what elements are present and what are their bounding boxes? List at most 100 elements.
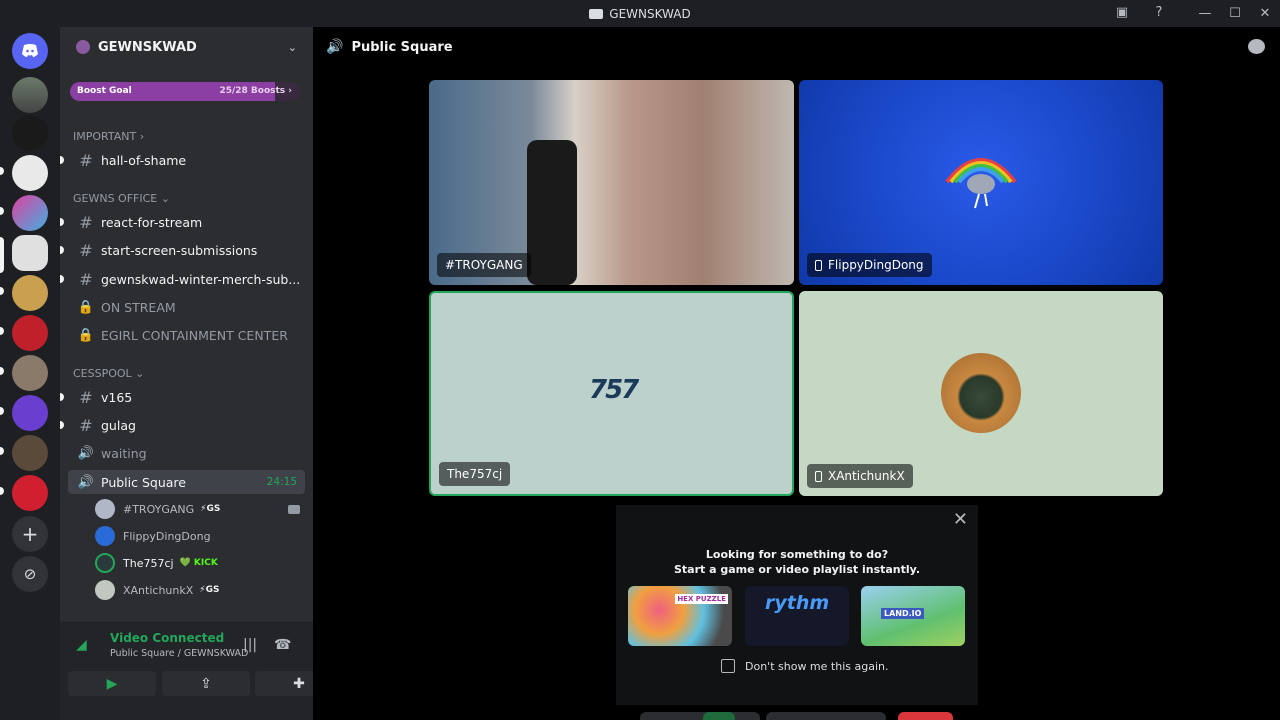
boost-goal-bar[interactable]: Boost Goal 25/28 Boosts ›	[70, 82, 300, 101]
activity-card-label: HEX PUZZLE	[675, 594, 728, 604]
boost-count: 25/28 Boosts ›	[219, 86, 292, 96]
server-icon[interactable]	[12, 155, 48, 191]
camera-control[interactable]	[703, 712, 735, 720]
category-gewns-office[interactable]: GEWNS OFFICE ⌄	[73, 192, 170, 205]
leave-call-button[interactable]	[898, 712, 953, 720]
mic-control[interactable]	[640, 712, 760, 720]
maximize-button[interactable]: ☐	[1220, 6, 1250, 21]
channel-logo: 757	[589, 375, 639, 405]
activity-card[interactable]: LAND.IO	[861, 586, 965, 646]
video-tile[interactable]: #TROYGANG	[429, 80, 794, 285]
channel-public-square[interactable]: 🔊 Public Square 24:15	[68, 470, 305, 494]
activity-card-label: LAND.IO	[881, 608, 925, 619]
tiger-avatar-image	[941, 353, 1021, 433]
camera-button[interactable]: ▶	[68, 671, 156, 696]
server-icon[interactable]	[12, 395, 48, 431]
channel-hall-of-shame[interactable]: # hall-of-shame	[68, 148, 305, 172]
avatar	[95, 499, 115, 519]
channel-gulag[interactable]: # gulag	[68, 413, 305, 437]
voice-status[interactable]: Video Connected	[110, 631, 224, 645]
voice-location[interactable]: Public Square / GEWNSKWAD	[110, 648, 248, 659]
mobile-icon	[815, 259, 822, 271]
activity-card-label: rythm	[765, 592, 830, 614]
discover-button[interactable]: ⊘	[12, 556, 48, 592]
activity-suggestion-popup: ✕ Looking for something to do? Start a g…	[616, 505, 978, 705]
channel-react-for-stream[interactable]: # react-for-stream	[68, 210, 305, 234]
participant-name: #TROYGANG	[437, 253, 531, 277]
participant-name: FlippyDingDong	[807, 253, 932, 277]
server-icon[interactable]	[12, 115, 48, 151]
category-important[interactable]: IMPORTANT ›	[73, 130, 144, 143]
server-icon[interactable]	[12, 435, 48, 471]
server-rail: + ⊘	[0, 27, 60, 720]
voice-connection-panel: ◢ Video Connected Public Square / GEWNSK…	[60, 622, 343, 720]
server-logo-icon	[589, 8, 604, 19]
close-icon[interactable]: ✕	[953, 509, 968, 530]
minimize-button[interactable]: —	[1190, 6, 1220, 21]
hash-icon: #	[79, 240, 93, 260]
unread-pill	[0, 367, 4, 375]
hash-icon: #	[79, 415, 93, 435]
screen-share-button[interactable]: ⇪	[162, 671, 250, 696]
channel-egirl-containment[interactable]: 🔒 EGIRL CONTAINMENT CENTER	[68, 323, 305, 347]
channel-winter-merch[interactable]: # gewnskwad-winter-merch-sub...	[68, 267, 305, 291]
inbox-icon[interactable]: ▣	[1114, 5, 1130, 21]
video-tile-speaking[interactable]: 757 The757cj	[429, 291, 794, 496]
channel-v165[interactable]: # v165	[68, 385, 305, 409]
chair	[527, 140, 577, 285]
activity-card[interactable]: HEX PUZZLE	[628, 586, 732, 646]
activity-card[interactable]: rythm	[745, 586, 849, 646]
dont-show-again[interactable]: Don't show me this again.	[721, 659, 888, 673]
title-bar: GEWNSKWAD ▣ ? — ☐ ✕	[0, 0, 1280, 27]
window-title: GEWNSKWAD	[589, 7, 691, 21]
lock-icon: 🔒	[77, 299, 95, 315]
close-window-button[interactable]: ✕	[1250, 6, 1280, 21]
unread-pill	[0, 207, 4, 215]
server-icon[interactable]	[12, 195, 48, 231]
chevron-down-icon: ⌄	[287, 40, 297, 54]
channel-start-screen-submissions[interactable]: # start-screen-submissions	[68, 238, 305, 262]
checkbox[interactable]	[721, 659, 735, 673]
chat-icon[interactable]	[1248, 39, 1265, 54]
voice-user[interactable]: The757cj 💚 KICK	[95, 551, 305, 575]
add-server-button[interactable]: +	[12, 516, 48, 552]
camera-icon	[288, 504, 300, 514]
selected-pill	[0, 237, 4, 273]
channel-waiting[interactable]: 🔊 waiting	[68, 441, 305, 465]
server-icon[interactable]	[12, 475, 48, 511]
avatar	[95, 580, 115, 600]
video-tile[interactable]: FlippyDingDong	[799, 80, 1163, 285]
server-icon[interactable]	[12, 275, 48, 311]
disconnect-icon[interactable]: ☎	[274, 637, 291, 653]
channel-on-stream[interactable]: 🔒 ON STREAM	[68, 295, 305, 319]
server-icon-gewnskwad[interactable]	[12, 235, 48, 271]
share-control[interactable]	[766, 712, 886, 720]
unread-pill	[0, 167, 4, 175]
avatar	[95, 553, 115, 573]
discord-home-icon[interactable]	[12, 33, 48, 69]
server-icon[interactable]	[12, 355, 48, 391]
category-cesspool[interactable]: CESSPOOL ⌄	[73, 367, 144, 380]
hash-icon: #	[79, 269, 93, 289]
server-icon[interactable]	[12, 315, 48, 351]
unread-pill	[60, 275, 64, 283]
voice-user[interactable]: #TROYGANG ⚡GS	[95, 497, 305, 521]
video-tile[interactable]: XAntichunkX	[799, 291, 1163, 496]
dolphin-avatar-image	[945, 158, 1017, 209]
server-icon[interactable]	[12, 77, 48, 113]
voice-timer: 24:15	[266, 476, 297, 488]
mobile-icon	[815, 470, 822, 482]
voice-stage: 🔊 Public Square #TROYGANG FlippyDingDong…	[313, 27, 1280, 720]
noise-suppression-icon[interactable]: |||	[243, 637, 257, 653]
avatar	[95, 526, 115, 546]
help-icon[interactable]: ?	[1151, 5, 1167, 21]
unread-pill	[60, 246, 64, 254]
voice-user[interactable]: XAntichunkX ⚡GS	[95, 578, 305, 602]
speaker-icon: 🔊	[326, 39, 344, 55]
participant-name: The757cj	[439, 462, 511, 486]
guild-icon	[76, 40, 90, 54]
hash-icon: #	[79, 212, 93, 232]
voice-user[interactable]: FlippyDingDong	[95, 524, 305, 548]
guild-header[interactable]: GEWNSKWAD ⌄	[60, 27, 313, 67]
unread-pill	[0, 287, 4, 295]
